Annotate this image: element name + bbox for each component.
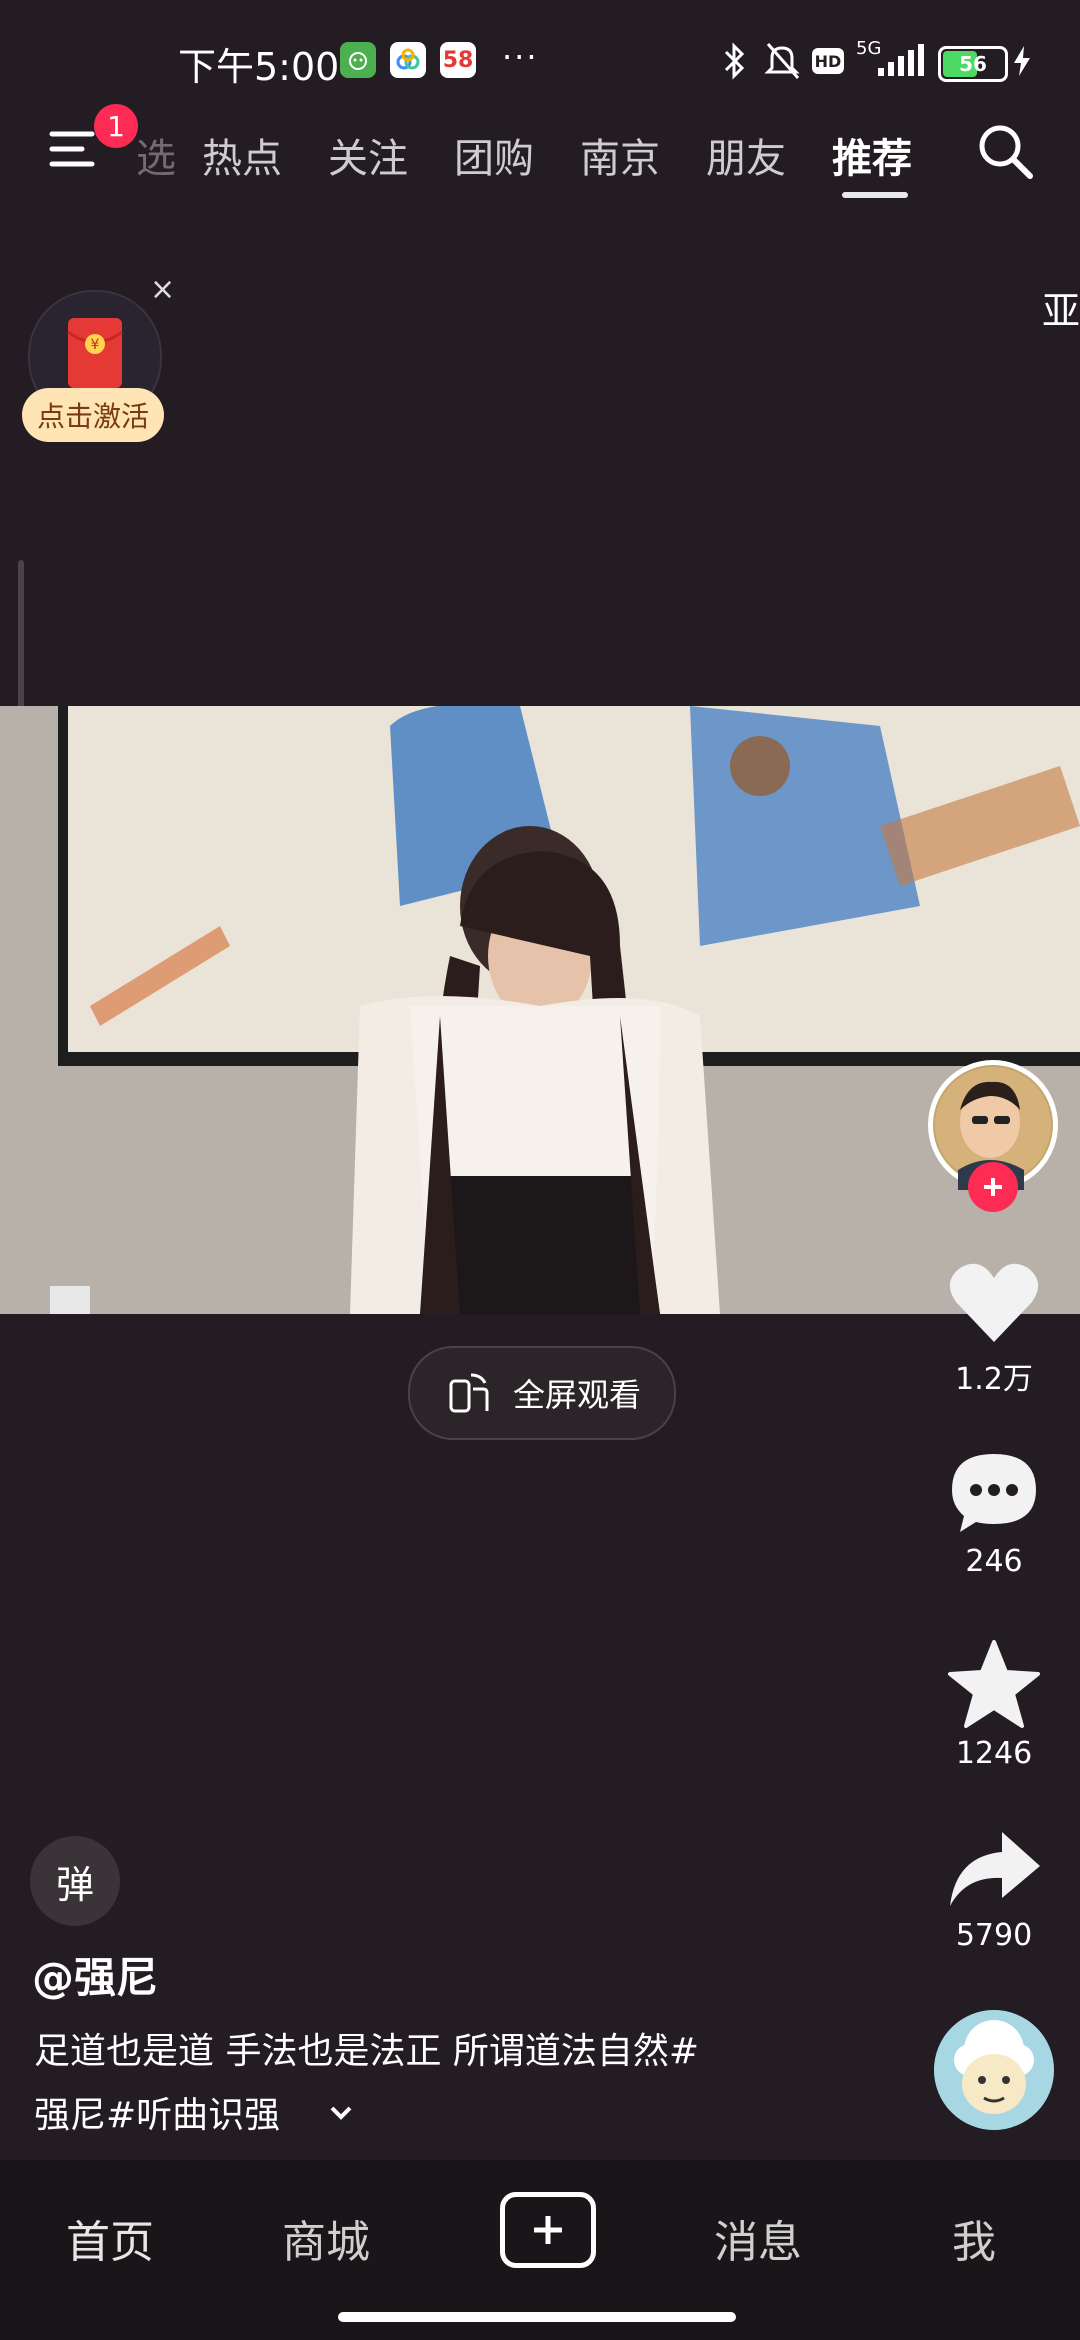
rotate-screen-icon (449, 1373, 489, 1413)
danmaku-toggle-button[interactable]: 弹 (30, 1836, 120, 1926)
home-indicator (338, 2312, 736, 2322)
tab-partial-hidden[interactable]: 选 (136, 126, 176, 184)
nav-me[interactable]: 我 (952, 2206, 996, 2270)
charging-icon (1012, 46, 1032, 80)
favorite-count: 1246 (955, 1736, 1033, 1771)
nav-messages[interactable]: 消息 (714, 2206, 802, 2270)
app-notification-icon (340, 42, 376, 78)
tab-friends[interactable]: 朋友 (706, 126, 786, 184)
comment-icon[interactable] (948, 1448, 1040, 1540)
follow-plus-button[interactable] (968, 1162, 1018, 1212)
caption-text: 足道也是道 手法也是法正 所谓道法自然# (34, 2031, 700, 2072)
cloud-app-icon (390, 42, 426, 78)
fullscreen-button[interactable]: 全屏观看 (408, 1346, 676, 1440)
svg-text:¥: ¥ (91, 337, 100, 353)
comment-count: 246 (965, 1544, 1023, 1579)
fullscreen-label: 全屏观看 (512, 1376, 641, 1414)
tab-group-buy[interactable]: 团购 (454, 126, 534, 184)
menu-icon[interactable] (48, 126, 102, 176)
tab-hot[interactable]: 热点 (202, 126, 282, 184)
status-time: 下午5:00 (178, 45, 340, 89)
author-name[interactable]: @强尼 (32, 1944, 158, 2005)
nav-mall[interactable]: 商城 (282, 2206, 370, 2270)
share-icon[interactable] (946, 1826, 1042, 1916)
hd-badge: HD (812, 48, 844, 74)
menu-notification-badge: 1 (94, 104, 138, 148)
tab-nanjing[interactable]: 南京 (580, 126, 660, 184)
music-disc[interactable] (934, 2010, 1054, 2130)
tab-recommend[interactable]: 推荐 (832, 126, 912, 184)
nav-home[interactable]: 首页 (66, 2206, 154, 2270)
favorite-star-icon[interactable] (946, 1638, 1042, 1734)
plus-icon (984, 1178, 1002, 1196)
active-tab-indicator (842, 192, 908, 198)
close-icon[interactable]: × (150, 272, 175, 307)
more-notifications-icon: ··· (502, 38, 539, 76)
plus-icon (534, 2216, 562, 2244)
mute-bell-icon (762, 40, 802, 86)
sheep-avatar-icon (934, 2010, 1054, 2130)
search-icon[interactable] (974, 120, 1038, 188)
bluetooth-icon (720, 40, 750, 86)
like-icon[interactable] (946, 1258, 1042, 1352)
share-count: 5790 (955, 1918, 1033, 1953)
activate-button[interactable]: 点击激活 (22, 388, 164, 442)
edge-text: 亚 (1042, 289, 1080, 333)
caption-text-continued: 强尼#听曲识强 (34, 2095, 281, 2136)
create-post-button[interactable] (500, 2192, 596, 2268)
battery-level: 56 (959, 52, 987, 76)
video-frame-image (0, 706, 1080, 1314)
video-player[interactable] (0, 706, 1080, 1314)
app-58-icon: 58 (440, 42, 476, 78)
scroll-indicator (18, 560, 24, 720)
expand-caption-icon[interactable] (326, 2100, 356, 2128)
like-count: 1.2万 (955, 1362, 1033, 1397)
battery-icon: 56 (938, 46, 1008, 82)
tab-follow[interactable]: 关注 (328, 126, 408, 184)
signal-icon (876, 44, 924, 82)
